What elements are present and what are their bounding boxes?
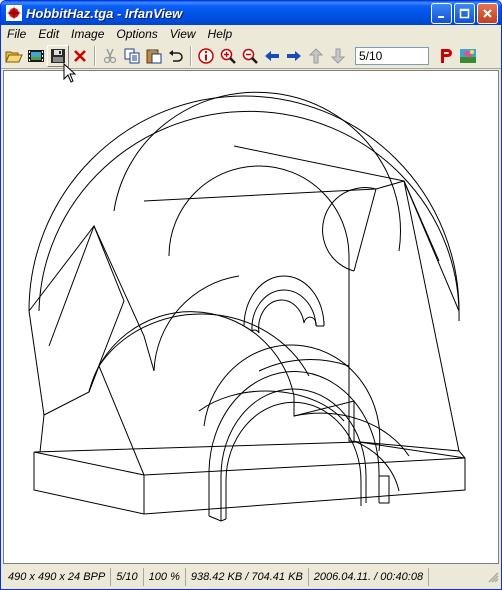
- page-up-icon: [308, 47, 324, 63]
- previous-button[interactable]: [261, 45, 283, 67]
- slideshow-icon: [28, 49, 44, 62]
- menu-options[interactable]: Options: [110, 26, 163, 42]
- hobbit-house-wireframe: [28, 91, 466, 522]
- maximize-icon: [459, 8, 470, 18]
- menu-edit[interactable]: Edit: [32, 26, 65, 42]
- resize-grip-icon[interactable]: [487, 571, 499, 583]
- status-page: 5/10: [111, 568, 144, 586]
- irfanview-window: HobbitHaz.tga - IrfanView File Edit Imag…: [0, 0, 502, 590]
- page-indicator[interactable]: 5/10: [355, 46, 429, 65]
- next-button[interactable]: [283, 45, 305, 67]
- status-file-size: 938.42 KB / 704.41 KB: [186, 568, 309, 586]
- copy-button[interactable]: [121, 45, 143, 67]
- undo-icon: [169, 49, 183, 62]
- title-bar[interactable]: HobbitHaz.tga - IrfanView: [1, 1, 501, 25]
- page-down-icon: [330, 48, 346, 64]
- info-button[interactable]: [195, 45, 217, 67]
- cut-button[interactable]: [99, 45, 121, 67]
- close-button[interactable]: [477, 2, 498, 24]
- close-icon: [483, 8, 492, 18]
- previous-icon: [265, 50, 279, 61]
- zoom-in-icon: [220, 48, 236, 64]
- open-button[interactable]: [3, 45, 25, 67]
- image-canvas[interactable]: [3, 70, 499, 564]
- irfanview-app-icon[interactable]: [6, 5, 22, 21]
- paste-icon: [146, 48, 162, 63]
- slideshow-button[interactable]: [25, 45, 47, 67]
- undo-button[interactable]: [165, 45, 187, 67]
- menu-help[interactable]: Help: [202, 26, 239, 42]
- menu-image[interactable]: Image: [65, 26, 110, 42]
- mouse-cursor-icon: [63, 63, 77, 83]
- print-icon: [441, 48, 452, 63]
- menu-view[interactable]: View: [164, 26, 202, 42]
- cut-icon: [103, 48, 117, 63]
- status-bar: 490 x 490 x 24 BPP 5/10 100 % 938.42 KB …: [1, 566, 501, 588]
- minimize-button[interactable]: [431, 2, 452, 24]
- page-up-button[interactable]: [305, 45, 327, 67]
- status-zoom: 100 %: [144, 568, 186, 586]
- copy-icon: [124, 48, 140, 63]
- paste-button[interactable]: [143, 45, 165, 67]
- info-icon: [198, 47, 214, 64]
- open-folder-icon: [5, 51, 23, 62]
- paint-icon: [460, 48, 476, 63]
- zoom-out-button[interactable]: [239, 45, 261, 67]
- minimize-icon: [438, 15, 444, 18]
- toolbar-separator: [190, 45, 192, 66]
- menu-file[interactable]: File: [1, 26, 32, 42]
- menu-bar: File Edit Image Options View Help: [1, 25, 501, 43]
- window-title: HobbitHaz.tga - IrfanView: [26, 5, 183, 21]
- zoom-out-icon: [242, 48, 258, 64]
- maximize-button[interactable]: [454, 2, 475, 24]
- save-icon: [51, 48, 65, 63]
- page-down-button[interactable]: [327, 45, 349, 67]
- toolbar-separator: [94, 45, 96, 66]
- zoom-in-button[interactable]: [217, 45, 239, 67]
- status-datetime: 2006.04.11. / 00:40:08: [309, 568, 430, 586]
- print-button[interactable]: [435, 45, 457, 67]
- status-dimensions: 490 x 490 x 24 BPP: [3, 568, 112, 586]
- paint-button[interactable]: [457, 45, 479, 67]
- next-icon: [287, 50, 301, 61]
- delete-icon: [74, 49, 86, 62]
